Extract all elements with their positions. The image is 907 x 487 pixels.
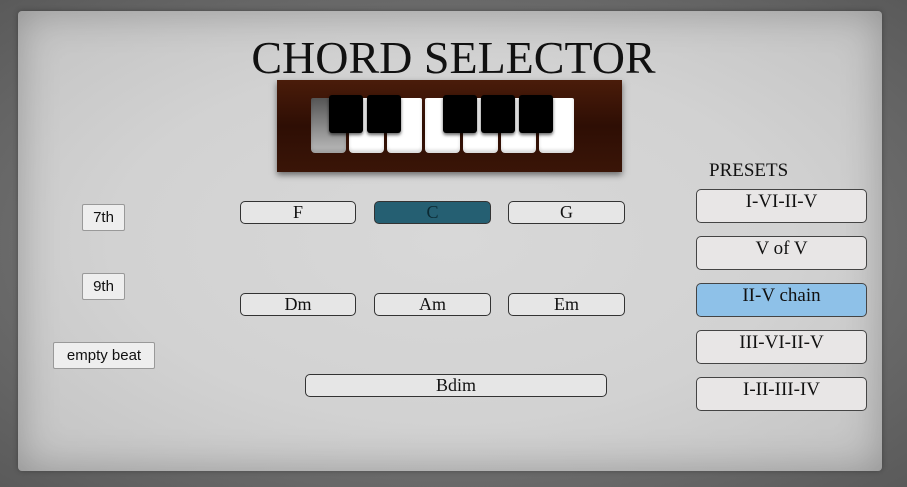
chord-button-am[interactable]: Am	[374, 293, 491, 316]
piano-black-key[interactable]	[367, 95, 401, 133]
preset-button[interactable]: III-VI-II-V	[696, 330, 867, 364]
preset-button[interactable]: II-V chain	[696, 283, 867, 317]
page-title: CHORD SELECTOR	[251, 32, 656, 83]
piano-black-key[interactable]	[481, 95, 515, 133]
chord-button-c[interactable]: C	[374, 201, 491, 224]
chord-button-g[interactable]: G	[508, 201, 625, 224]
empty-beat-button[interactable]: empty beat	[53, 342, 155, 369]
chord-button-bdim[interactable]: Bdim	[305, 374, 607, 397]
preset-button[interactable]: V of V	[696, 236, 867, 270]
piano-keyboard	[277, 80, 622, 172]
piano-black-key[interactable]	[329, 95, 363, 133]
piano-black-key[interactable]	[443, 95, 477, 133]
preset-button[interactable]: I-VI-II-V	[696, 189, 867, 223]
preset-button[interactable]: I-II-III-IV	[696, 377, 867, 411]
presets-label: PRESETS	[709, 160, 789, 181]
seventh-button[interactable]: 7th	[82, 204, 125, 231]
ninth-button[interactable]: 9th	[82, 273, 125, 300]
piano-black-key[interactable]	[519, 95, 553, 133]
chord-button-dm[interactable]: Dm	[240, 293, 356, 316]
chord-button-f[interactable]: F	[240, 201, 356, 224]
chord-button-em[interactable]: Em	[508, 293, 625, 316]
